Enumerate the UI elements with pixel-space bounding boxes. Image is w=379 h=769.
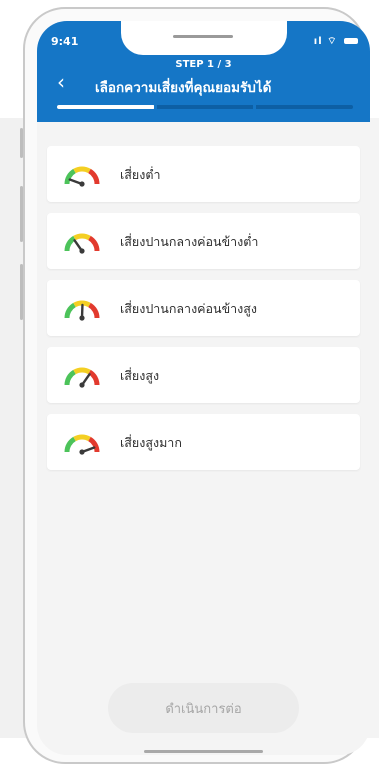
option-label: เสี่ยงปานกลางค่อนข้างสูง	[120, 301, 257, 316]
gauge-medium-high-icon	[64, 300, 100, 321]
risk-option-medium-low[interactable]: เสี่ยงปานกลางค่อนข้างต่ำ	[47, 213, 360, 269]
back-button[interactable]: ‹	[57, 72, 65, 92]
risk-option-very-high[interactable]: เสี่ยงสูงมาก	[47, 414, 360, 470]
status-icons: ıl ⌔	[314, 35, 358, 48]
battery-icon	[344, 38, 358, 44]
step-progress-bar	[57, 105, 353, 109]
progress-separator	[154, 105, 157, 109]
risk-option-low[interactable]: เสี่ยงต่ำ	[47, 146, 360, 202]
progress-fill	[57, 105, 155, 109]
option-label: เสี่ยงสูง	[120, 368, 160, 383]
wifi-icon: ⌔	[327, 36, 338, 47]
gauge-very-high-icon	[64, 434, 100, 455]
continue-button[interactable]: ดำเนินการต่อ	[108, 683, 299, 733]
speaker-grille	[173, 35, 233, 38]
gauge-high-icon	[64, 367, 100, 388]
step-indicator: STEP 1 / 3	[175, 59, 232, 70]
option-label: เสี่ยงต่ำ	[120, 167, 161, 182]
risk-option-list: เสี่ยงต่ำ เสี่ยงปานกลางค่อนข้างต่ำ เสี่ย…	[47, 146, 360, 481]
status-time: 9:41	[51, 35, 79, 48]
page-title: เลือกความเสี่ยงที่คุณยอมรับได้	[95, 80, 272, 96]
signal-icon: ıl	[313, 36, 323, 47]
gauge-low-icon	[64, 166, 100, 187]
home-indicator	[144, 750, 263, 753]
chevron-left-icon: ‹	[57, 70, 65, 94]
progress-separator	[253, 105, 256, 109]
gauge-medium-low-icon	[64, 233, 100, 254]
risk-option-high[interactable]: เสี่ยงสูง	[47, 347, 360, 403]
option-label: เสี่ยงสูงมาก	[120, 435, 182, 450]
app-screen: 9:41 ıl ⌔ ‹ STEP 1 / 3 เลือกความเสี่ยงที…	[37, 21, 370, 755]
option-label: เสี่ยงปานกลางค่อนข้างต่ำ	[120, 234, 259, 249]
header: 9:41 ıl ⌔ ‹ STEP 1 / 3 เลือกความเสี่ยงที…	[37, 21, 370, 122]
risk-option-medium-high[interactable]: เสี่ยงปานกลางค่อนข้างสูง	[47, 280, 360, 336]
phone-notch	[121, 21, 287, 55]
